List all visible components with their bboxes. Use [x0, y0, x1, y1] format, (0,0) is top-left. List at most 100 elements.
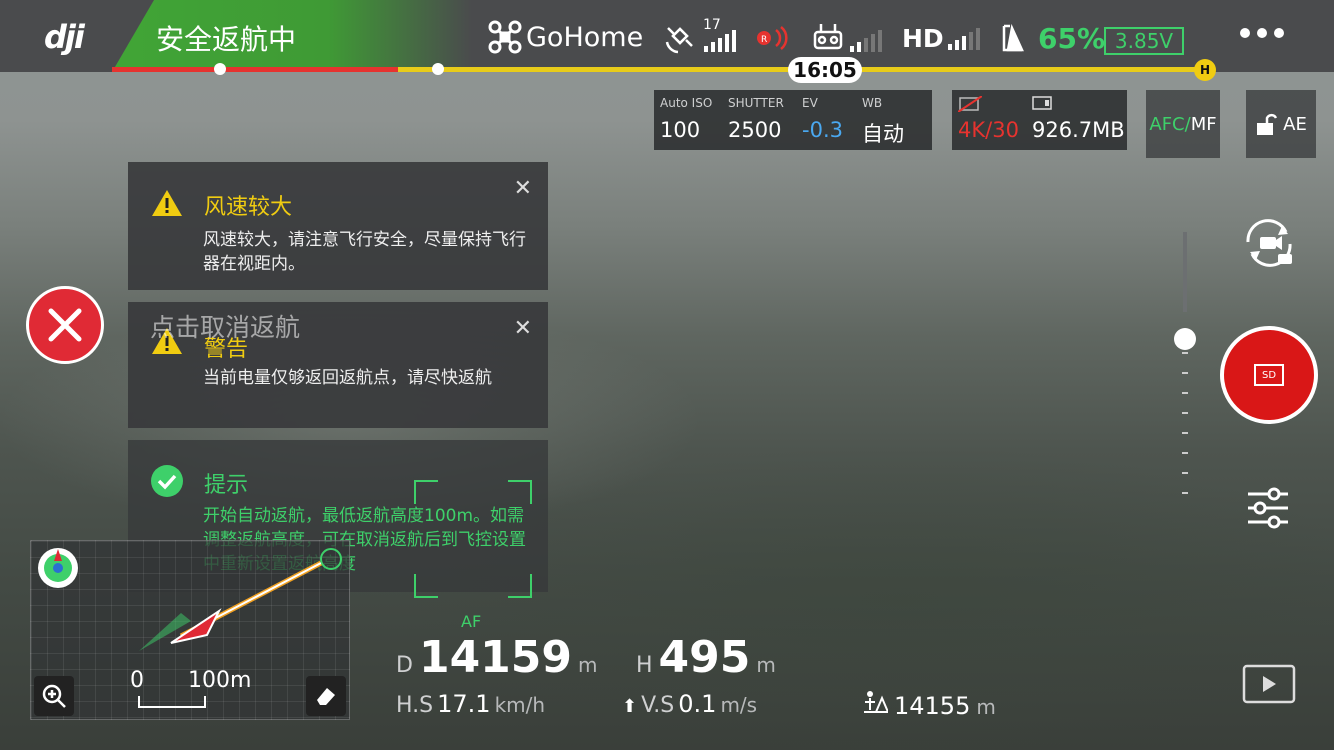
map-zoom-button[interactable] — [34, 676, 74, 716]
ae-label: AE — [1283, 113, 1307, 135]
cancel-rth-button[interactable] — [26, 286, 104, 364]
camera-switch-icon — [1246, 219, 1292, 267]
vs-value: 0.1 — [678, 690, 717, 718]
close-icon — [48, 308, 82, 342]
compass-icon[interactable] — [35, 545, 81, 591]
warning-icon — [152, 190, 182, 216]
iso-label: Auto ISO — [660, 96, 713, 110]
switch-photo-video-button[interactable] — [1238, 218, 1300, 272]
hs-label: H.S — [396, 693, 434, 718]
satellite-icon — [665, 27, 693, 54]
remote-controller-icon — [813, 24, 843, 50]
play-icon — [1242, 664, 1296, 704]
map-scale-bar — [138, 696, 206, 708]
check-circle-icon — [151, 465, 183, 497]
resolution-value: 4K/30 — [958, 118, 1019, 142]
slider-ticks — [1182, 232, 1188, 494]
cancel-rth-label: 点击取消返航 — [150, 313, 301, 342]
hs-value: 17.1 — [437, 690, 491, 718]
timeline-marker — [432, 63, 444, 75]
eraser-icon — [317, 688, 335, 705]
vs-unit: m/s — [720, 693, 758, 717]
playback-button[interactable] — [1242, 664, 1296, 708]
distance-value: 14159 — [418, 632, 573, 683]
home-distance-icon — [864, 691, 888, 713]
unlock-icon — [1257, 113, 1278, 135]
horizontal-speed-readout: H.S 17.1 km/h — [396, 690, 545, 718]
distance-readout: D 14159 m — [396, 632, 598, 683]
map-scale-end: 100m — [188, 668, 252, 693]
dot-icon — [1240, 28, 1250, 38]
distance-unit: m — [578, 653, 598, 677]
flight-status-text[interactable]: 安全返航中 — [156, 18, 296, 58]
up-arrow-icon: ⬆ — [622, 696, 638, 717]
hd-label: HD — [902, 24, 944, 53]
height-unit: m — [756, 653, 776, 677]
notification-body: 风速较大，请注意飞行安全，尽量保持飞行器在视距内。 — [203, 230, 526, 274]
video-link-indicator[interactable]: HD — [902, 24, 980, 53]
wb-value: 自动 — [862, 122, 904, 146]
wb-label: WB — [862, 96, 883, 110]
close-icon[interactable]: ✕ — [514, 316, 532, 341]
home-distance-readout: 14155 m — [862, 690, 996, 720]
map-clear-path-button[interactable] — [306, 676, 346, 716]
rc-signal-bars — [850, 30, 882, 52]
slider-handle[interactable] — [1174, 328, 1196, 350]
sliders-icon — [1248, 487, 1288, 529]
video-signal-bars — [947, 27, 980, 50]
ae-lock-button[interactable]: AE — [1246, 90, 1316, 158]
gps-indicator[interactable] — [664, 20, 700, 58]
camera-exposure-panel[interactable]: Auto ISO 100 SHUTTER 2500 EV -0.3 WB 自动 — [654, 90, 932, 150]
dot-icon — [1257, 28, 1267, 38]
more-settings-button[interactable] — [1240, 28, 1284, 38]
vs-label: V.S — [641, 693, 675, 718]
home-distance-value: 14155 — [894, 692, 971, 720]
gps-signal-bars — [704, 30, 736, 56]
af-focus-frame[interactable] — [414, 480, 532, 598]
shutter-label: SHUTTER — [728, 96, 784, 110]
record-button[interactable]: SD — [1220, 326, 1318, 424]
remote-controller-indicator[interactable] — [812, 22, 882, 52]
battery-icon — [1002, 23, 1024, 52]
distance-label: D — [396, 653, 413, 678]
height-readout: H 495 m — [636, 632, 776, 683]
dot-icon — [1274, 28, 1284, 38]
mini-map[interactable] — [30, 540, 350, 720]
map-scale-start: 0 — [130, 668, 144, 693]
timeline-marker — [214, 63, 226, 75]
battery-voltage[interactable]: 3.85V — [1104, 27, 1184, 55]
shutter-value: 2500 — [728, 118, 782, 142]
camera-settings-button[interactable] — [1244, 484, 1292, 536]
close-icon[interactable]: ✕ — [514, 176, 532, 201]
zoom-in-icon — [42, 684, 66, 708]
storage-icon — [1032, 96, 1052, 110]
recording-format-panel[interactable]: 4K/30 926.7MB — [952, 90, 1127, 150]
battery-timeline-critical — [112, 67, 398, 72]
home-distance-unit: m — [976, 695, 996, 719]
drone-icon — [488, 20, 522, 54]
home-point-marker: H — [1194, 59, 1216, 81]
record-sd-icon: SD — [1254, 364, 1284, 386]
remaining-flight-time: 16:05 — [788, 57, 862, 83]
storage-value: 926.7MB — [1032, 118, 1125, 142]
hs-unit: km/h — [494, 693, 546, 717]
af-label: AF — [461, 612, 482, 631]
notification-title: 提示 — [204, 473, 249, 498]
notification-wind[interactable]: 风速较大 ✕ 风速较大，请注意飞行安全，尽量保持飞行器在视距内。 — [128, 162, 548, 290]
focus-mode-mf: MF — [1190, 113, 1217, 135]
focus-mode-afc: AFC/ — [1149, 113, 1191, 135]
ev-value: -0.3 — [802, 118, 843, 142]
height-value: 495 — [658, 632, 751, 683]
flight-mode-indicator[interactable]: GoHome — [488, 20, 643, 54]
iso-value: 100 — [660, 118, 701, 142]
notification-title: 风速较大 — [204, 195, 293, 220]
battery-indicator[interactable] — [996, 20, 1028, 58]
vertical-speed-readout: ⬆ V.S 0.1 m/s — [622, 690, 757, 718]
rc-record-signal-icon: R — [752, 24, 792, 56]
dji-logo[interactable]: dji — [44, 18, 85, 56]
ev-label: EV — [802, 96, 818, 110]
flight-mode-label: GoHome — [526, 21, 644, 53]
gimbal-zoom-slider[interactable] — [1182, 232, 1188, 522]
focus-mode-toggle[interactable]: AFC/MF — [1146, 90, 1220, 158]
sd-card-missing-icon — [958, 96, 982, 112]
